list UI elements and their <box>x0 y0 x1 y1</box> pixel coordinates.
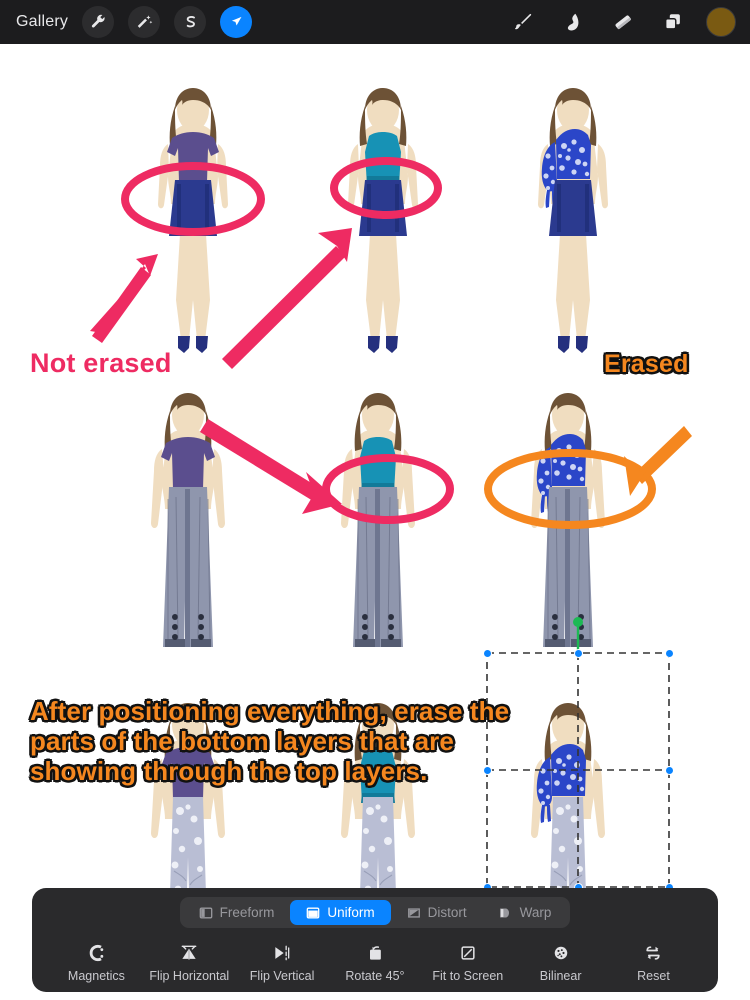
caption-line-1: After positioning everything, erase the <box>30 696 510 726</box>
annotation-not-erased: Not erased <box>30 348 172 378</box>
annotation-erased: Erased <box>604 350 689 378</box>
rotate-45-button[interactable]: Rotate 45° <box>329 941 421 983</box>
selection-handle-top-left[interactable] <box>483 649 492 658</box>
fit-to-screen-label: Fit to Screen <box>432 969 504 983</box>
transform-actions-row: Magnetics Flip Horizontal Flip Vertical … <box>32 941 718 983</box>
drawing-canvas[interactable]: Not erased Erased After positioning ever… <box>0 44 750 1000</box>
caption-line-2: parts of the bottom layers that are <box>30 726 454 757</box>
fit-to-screen-icon <box>458 941 478 964</box>
reset-label: Reset <box>637 969 670 983</box>
selection-handle-top-center[interactable] <box>574 649 583 658</box>
mode-distort[interactable]: Distort <box>391 900 483 925</box>
figure-r2c2[interactable] <box>308 389 448 654</box>
procreate-app: Gallery Not erased Erased After position… <box>0 0 750 1000</box>
selection-handle-middle-right[interactable] <box>665 766 674 775</box>
eraser-icon[interactable] <box>606 5 640 39</box>
figure-r2c1[interactable] <box>118 389 258 654</box>
layers-icon[interactable] <box>656 5 690 39</box>
flip-horizontal-button[interactable]: Flip Horizontal <box>143 941 235 983</box>
selection-handle-top-right[interactable] <box>665 649 674 658</box>
flip-vertical-icon <box>271 941 293 964</box>
magnetics-button[interactable]: Magnetics <box>50 941 142 983</box>
mode-warp-label: Warp <box>519 905 552 920</box>
flip-horizontal-label: Flip Horizontal <box>149 969 230 983</box>
mode-uniform-label: Uniform <box>327 905 375 920</box>
brush-icon[interactable] <box>506 5 540 39</box>
reset-button[interactable]: Reset <box>607 941 699 983</box>
mode-uniform[interactable]: Uniform <box>290 900 391 925</box>
transform-mode-segmented-control: Freeform Uniform Distort Warp <box>179 897 571 928</box>
bilinear-button[interactable]: Bilinear <box>515 941 607 983</box>
distort-icon <box>407 906 421 920</box>
gallery-button[interactable]: Gallery <box>16 13 68 31</box>
magnetics-icon <box>86 941 106 964</box>
mode-freeform-label: Freeform <box>219 905 275 920</box>
selection-icon[interactable] <box>174 6 207 38</box>
figure-r1c1[interactable] <box>128 84 258 354</box>
color-swatch-button[interactable] <box>706 7 736 37</box>
transform-toolbar: Freeform Uniform Distort Warp Magnetics … <box>32 888 718 992</box>
actions-wrench-icon[interactable] <box>82 6 115 38</box>
rotate-45-label: Rotate 45° <box>345 969 405 983</box>
uniform-icon <box>306 906 320 920</box>
smudge-icon[interactable] <box>556 5 590 39</box>
flip-vertical-label: Flip Vertical <box>249 969 315 983</box>
figure-r2c3[interactable] <box>498 389 638 659</box>
magnetics-label: Magnetics <box>67 969 125 983</box>
warp-icon <box>499 906 513 920</box>
reset-icon <box>643 941 663 964</box>
freeform-icon <box>199 906 213 920</box>
fit-to-screen-button[interactable]: Fit to Screen <box>422 941 514 983</box>
figure-r1c2[interactable] <box>318 84 448 354</box>
rotate-45-icon <box>365 941 385 964</box>
bilinear-icon <box>551 941 571 964</box>
flip-horizontal-icon <box>178 941 200 964</box>
transform-arrow-icon[interactable] <box>220 6 253 38</box>
figure-r1c3[interactable] <box>508 84 638 354</box>
mode-distort-label: Distort <box>427 905 467 920</box>
caption-line-3: showing through the top layers. <box>30 756 428 787</box>
mode-freeform[interactable]: Freeform <box>183 900 291 925</box>
mode-warp[interactable]: Warp <box>483 900 568 925</box>
bilinear-label: Bilinear <box>539 969 582 983</box>
top-toolbar: Gallery <box>0 0 750 44</box>
flip-vertical-button[interactable]: Flip Vertical <box>236 941 328 983</box>
adjustments-wand-icon[interactable] <box>128 6 161 38</box>
instruction-caption: After positioning everything, erase the … <box>30 696 630 786</box>
